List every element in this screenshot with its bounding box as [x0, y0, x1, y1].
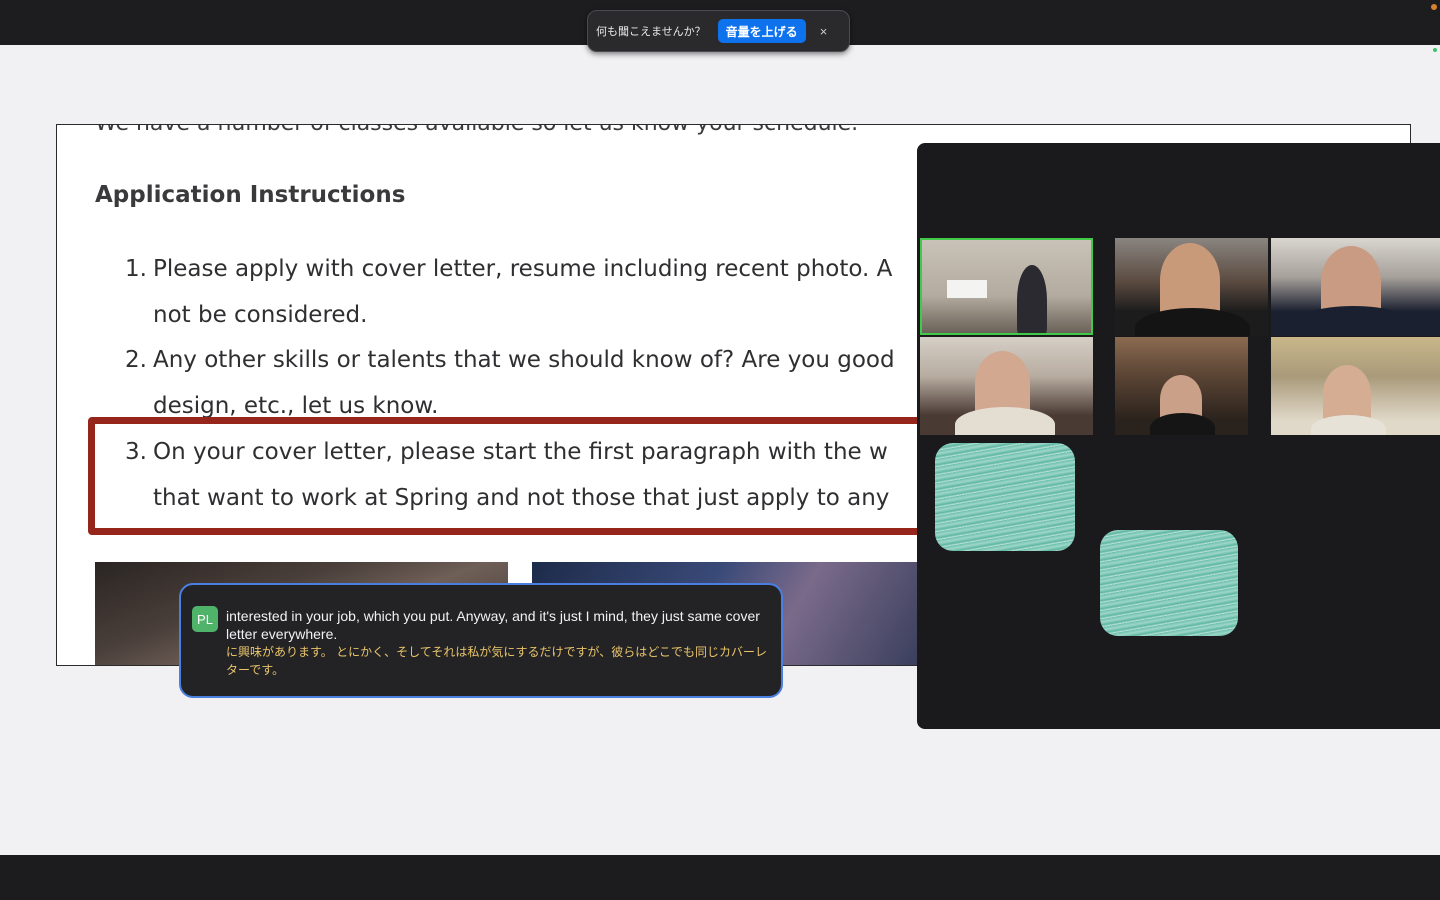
list-text: Please apply with cover letter, resume i… [153, 256, 893, 282]
caption-translation-text: に興味があります。 とにかく、そしてそれは私が気にするだけですが、彼らはどこでも… [226, 645, 767, 677]
participant-name-blurred [1152, 473, 1182, 494]
recording-indicator-icon [1431, 4, 1437, 10]
list-item-continuation: design, etc., let us know. [153, 393, 439, 419]
participant-body [955, 407, 1055, 435]
video-gallery-panel[interactable] [917, 143, 1440, 729]
list-item: 2. Any other skills or talents that we sh… [125, 347, 895, 373]
projector-screen [947, 280, 987, 298]
window-bottom-bar [0, 855, 1440, 900]
close-icon[interactable]: × [820, 24, 828, 39]
caption-english-text: interested in your job, which you put. A… [226, 608, 760, 642]
list-number: 2. [125, 347, 147, 373]
video-tile-active-speaker[interactable] [920, 238, 1093, 335]
page-title: Application Instructions [95, 182, 406, 208]
video-tile[interactable] [1271, 238, 1440, 336]
list-number: 3. [125, 439, 147, 465]
list-item: 3. On your cover letter, please start the… [125, 439, 888, 465]
participant-body [1311, 415, 1386, 435]
participant-name-blurred [1327, 473, 1352, 494]
video-tile[interactable] [920, 337, 1093, 435]
avatar: PL [192, 606, 218, 632]
video-tile[interactable] [1115, 337, 1248, 435]
video-tile[interactable] [1271, 337, 1440, 435]
list-item: 1. Please apply with cover letter, resume… [125, 256, 892, 282]
participant-name-blurred [972, 573, 1002, 594]
increase-volume-button[interactable]: 音量を上げる [717, 19, 806, 43]
participant-figure [1160, 243, 1220, 318]
list-item-continuation: not be considered. [153, 302, 368, 328]
participant-body [1150, 413, 1215, 435]
redaction-scribble [935, 443, 1075, 551]
participant-body [1291, 306, 1416, 336]
list-text: On your cover letter, please start the f… [153, 439, 888, 465]
document-cut-line: We have a number of classes available so… [95, 125, 858, 136]
list-text: Any other skills or talents that we shou… [153, 347, 895, 373]
participant-figure [1017, 265, 1047, 333]
video-tile[interactable] [1115, 238, 1268, 336]
redaction-scribble [1100, 530, 1238, 636]
participant-body [1135, 308, 1250, 336]
list-item-continuation: that want to work at Spring and not thos… [153, 485, 890, 511]
audio-notice-message: 何も聞こえませんか？ [596, 26, 706, 38]
participant-name-blurred [1322, 573, 1357, 594]
list-number: 1. [125, 256, 147, 282]
live-caption-bubble: PL interested in your job, which you put… [179, 583, 783, 698]
audio-notice-toast: 何も聞こえませんか？ 音量を上げる × [587, 10, 850, 52]
status-dot-icon [1433, 48, 1437, 52]
